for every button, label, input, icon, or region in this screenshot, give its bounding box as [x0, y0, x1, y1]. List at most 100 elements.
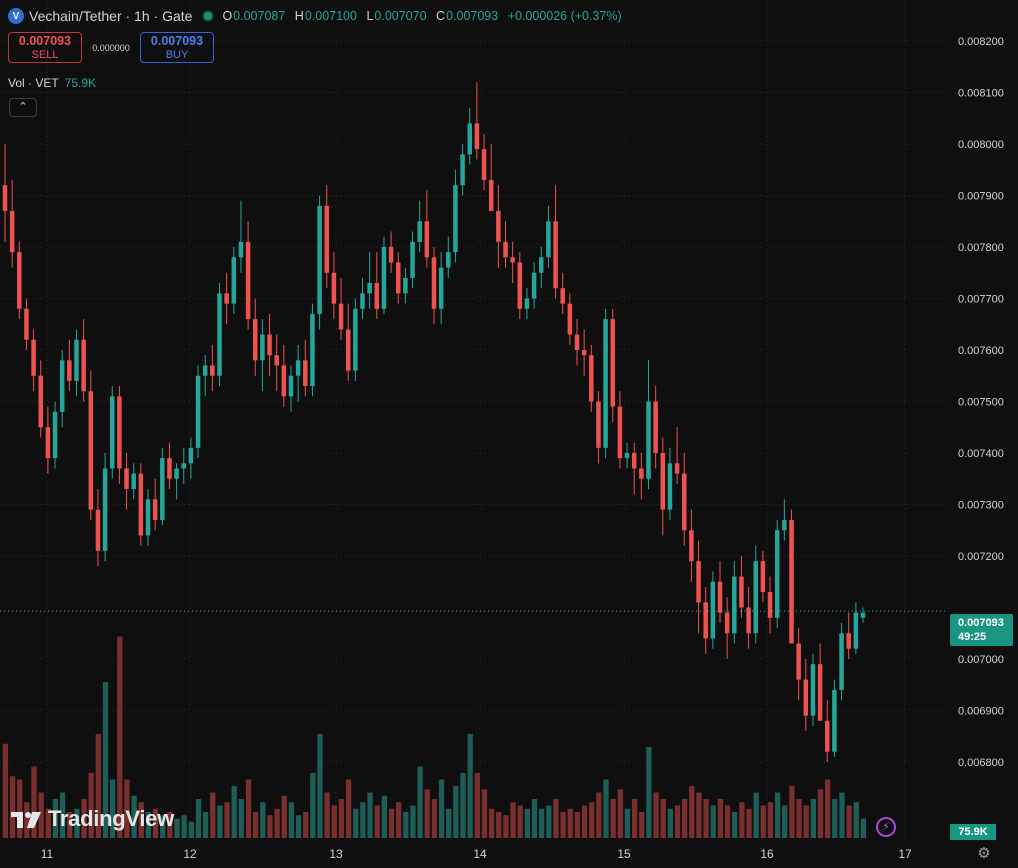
candle-body — [589, 355, 594, 402]
volume-bar — [589, 802, 595, 838]
time-tick-label: 12 — [183, 847, 197, 861]
volume-bar — [689, 786, 695, 838]
candlestick-chart[interactable]: 0.008200 0.008100 0.008000 0.007900 0.007800… — [0, 0, 1018, 868]
volume-bar — [696, 792, 702, 838]
candle-body — [674, 463, 680, 474]
candle-body — [181, 463, 186, 469]
volume-bar — [531, 799, 538, 838]
candle-body — [174, 468, 179, 479]
candle-body — [410, 241, 415, 278]
candle-body — [202, 365, 208, 376]
candle-body — [338, 303, 344, 330]
buy-label: BUY — [165, 48, 189, 61]
candle-body — [67, 360, 72, 381]
volume-bar — [596, 792, 602, 838]
ohlc-open: 0.007087 — [233, 9, 286, 23]
candle-body — [610, 319, 615, 407]
sell-price: 0.007093 — [18, 33, 72, 48]
candle-body — [417, 221, 422, 242]
price-tick-label: 0.007200 — [958, 551, 1004, 563]
volume-bar — [524, 808, 530, 838]
volume-bar — [381, 795, 387, 838]
volume-bar — [717, 799, 724, 838]
candle-body — [245, 241, 251, 320]
volume-legend[interactable]: Vol · VET 75.9K — [8, 76, 96, 90]
volume-bar — [410, 805, 416, 838]
volume-bar — [446, 808, 452, 838]
volume-bar — [853, 802, 859, 838]
sell-button[interactable]: 0.007093 SELL — [8, 32, 82, 63]
tradingview-wordmark: TradingView — [48, 806, 174, 831]
price-tick-label: 0.008100 — [958, 88, 1004, 100]
candle-body — [281, 365, 287, 397]
volume-bar — [746, 808, 752, 838]
candle-body — [689, 530, 694, 562]
candle-body — [381, 247, 387, 309]
candle-body — [803, 679, 809, 716]
candle-body — [374, 283, 380, 309]
candle-body — [217, 293, 222, 376]
volume-bar — [724, 805, 731, 838]
volume-bar — [417, 766, 423, 838]
volume-bar — [581, 805, 588, 838]
candle-body — [310, 313, 315, 387]
candle-body — [703, 602, 708, 639]
tradingview-logo-icon — [11, 812, 41, 828]
candle-body — [431, 257, 437, 309]
candle-body — [274, 355, 279, 366]
volume-bar — [639, 812, 645, 838]
volume-bar — [367, 792, 373, 838]
price-tick-label: 0.008200 — [958, 36, 1004, 48]
market-status-icon[interactable] — [202, 10, 215, 22]
candle-body — [631, 453, 637, 469]
symbol-title[interactable]: Vechain/Tether · 1h · Gate — [29, 8, 192, 24]
volume-bar — [560, 812, 566, 838]
candle-body — [596, 401, 601, 448]
volume-value: 75.9K — [64, 76, 97, 90]
chart-header: V Vechain/Tether · 1h · Gate O0.007087 H… — [8, 6, 628, 26]
chevron-up-icon[interactable]: ⌃ — [9, 98, 37, 117]
volume-bar — [603, 779, 609, 838]
volume-bar — [345, 779, 352, 838]
time-axis[interactable]: 11 12 13 14 15 16 17 — [41, 847, 912, 861]
volume-bar — [796, 799, 802, 838]
price-axis[interactable]: 0.008200 0.008100 0.008000 0.007900 0.007800… — [958, 36, 1004, 769]
volume-bar — [403, 812, 409, 838]
candle-body — [574, 334, 580, 350]
lightning-icon[interactable]: ⚡ — [876, 817, 896, 837]
candle-body — [581, 350, 587, 356]
volume-bar — [503, 815, 509, 838]
volume-bar — [188, 821, 194, 838]
volume-bar — [460, 773, 466, 838]
volume-bar — [324, 792, 330, 838]
candle-body — [496, 210, 501, 242]
volume-bar — [839, 792, 845, 838]
candle-body — [467, 123, 472, 155]
candle-body — [789, 519, 794, 644]
candle-body — [567, 303, 573, 335]
volume-bar — [338, 799, 345, 838]
candle-body — [481, 149, 487, 181]
volume-bar — [510, 802, 516, 838]
candle-body — [2, 185, 8, 211]
ohlc-close: 0.007093 — [446, 9, 499, 23]
tradingview-logo[interactable]: TradingView — [10, 806, 174, 832]
gear-icon[interactable]: ⚙ — [976, 846, 992, 862]
volume-bar — [817, 789, 824, 838]
candle-body — [767, 592, 773, 618]
ohlc-change: +0.000026 (+0.37%) — [507, 9, 622, 23]
volume-bar — [245, 779, 252, 838]
last-price-value: 0.007093 — [958, 617, 1004, 629]
candle-series — [2, 82, 866, 762]
volume-bar — [574, 812, 581, 838]
volume-bar — [267, 815, 273, 838]
candle-body — [553, 221, 558, 289]
time-tick-label: 17 — [898, 847, 912, 861]
volume-bar — [496, 812, 502, 838]
buy-button[interactable]: 0.007093 BUY — [140, 32, 214, 63]
volume-bar — [317, 734, 323, 838]
time-tick-label: 14 — [473, 847, 487, 861]
volume-bar — [488, 808, 495, 838]
volume-bar — [424, 789, 430, 838]
volume-bar — [810, 799, 816, 838]
